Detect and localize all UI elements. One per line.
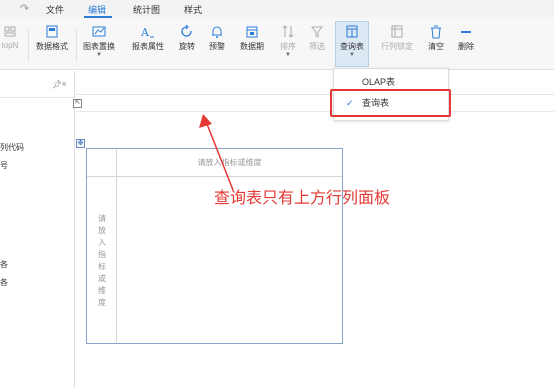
left-panel-item[interactable]: 列代码 xyxy=(0,142,24,153)
left-panel-divider xyxy=(0,97,74,98)
row-drop-zone[interactable]: 请放入指标或维度 xyxy=(87,177,117,342)
data-period-button[interactable]: 数据期 xyxy=(236,24,268,52)
minus-icon xyxy=(461,31,471,33)
table-corner-cell xyxy=(87,149,117,177)
filter-icon xyxy=(310,26,324,38)
double-chevron-left-icon[interactable]: « xyxy=(62,79,66,88)
table-icon xyxy=(346,25,358,38)
sort-button[interactable]: 排序 ▼ xyxy=(277,24,299,59)
report-props-button[interactable]: A 报表属性 xyxy=(128,24,168,52)
freeze-icon xyxy=(391,25,403,38)
menu-file[interactable]: 文件 xyxy=(46,3,64,16)
topn-button[interactable]: topN xyxy=(0,24,22,50)
expand-icon[interactable]: ⇱ xyxy=(73,99,82,108)
left-panel: 📌︎ « 列代码 号 各 各 xyxy=(0,71,75,388)
menu-bar: ↷ 文件 编辑 统计图 样式 xyxy=(0,0,554,18)
clear-button[interactable]: 清空 xyxy=(425,24,447,52)
topn-icon xyxy=(4,26,16,37)
svg-text:A: A xyxy=(140,26,150,39)
menu-style[interactable]: 样式 xyxy=(184,3,202,16)
pin-icon[interactable]: 📌︎ xyxy=(52,80,62,89)
data-format-button[interactable]: 数据格式 xyxy=(34,24,70,52)
chart-replace-icon xyxy=(92,26,106,37)
query-table-button[interactable]: 查询表 ▼ xyxy=(337,24,367,59)
calendar-icon xyxy=(246,26,258,38)
warning-button[interactable]: 预警 xyxy=(206,24,228,52)
filter-button[interactable]: 筛选 xyxy=(306,24,328,52)
ribbon-toolbar: topN 数据格式 图表置换 ▼ A 报表属性 旋转 预警 数据期 排序 ▼ 筛… xyxy=(0,18,554,70)
canvas-ruler xyxy=(76,111,554,112)
rotate-button[interactable]: 旋转 xyxy=(176,24,198,52)
menu-edit[interactable]: 编辑 xyxy=(88,3,106,16)
trash-icon xyxy=(431,25,441,39)
delete-button[interactable]: 删除 xyxy=(455,24,477,52)
annotation-text: 查询表只有上方行列面板 xyxy=(214,190,391,207)
move-handle-icon[interactable]: ✥ xyxy=(76,139,85,148)
left-panel-item[interactable]: 各 xyxy=(0,277,8,288)
chart-replace-button[interactable]: 图表置换 ▼ xyxy=(81,24,117,59)
row-drop-zone-label: 请放入指标或维度 xyxy=(98,214,106,307)
left-panel-item[interactable]: 号 xyxy=(0,160,8,171)
query-table-caret-icon: ▼ xyxy=(349,52,355,58)
rotate-icon xyxy=(181,24,192,37)
highlight-box xyxy=(330,89,451,117)
sort-icon xyxy=(282,25,294,38)
canvas-top-border xyxy=(76,94,554,95)
report-props-icon: A xyxy=(140,26,154,39)
chart-replace-caret-icon: ▼ xyxy=(96,52,102,58)
redo-icon[interactable]: ↷ xyxy=(20,2,29,15)
left-panel-item[interactable]: 各 xyxy=(0,259,8,270)
menu-chart[interactable]: 统计图 xyxy=(133,3,160,16)
sort-caret-icon: ▼ xyxy=(285,52,291,58)
freeze-button[interactable]: 行列锁定 xyxy=(377,24,417,52)
data-format-icon xyxy=(46,25,58,38)
bell-icon xyxy=(212,26,222,38)
